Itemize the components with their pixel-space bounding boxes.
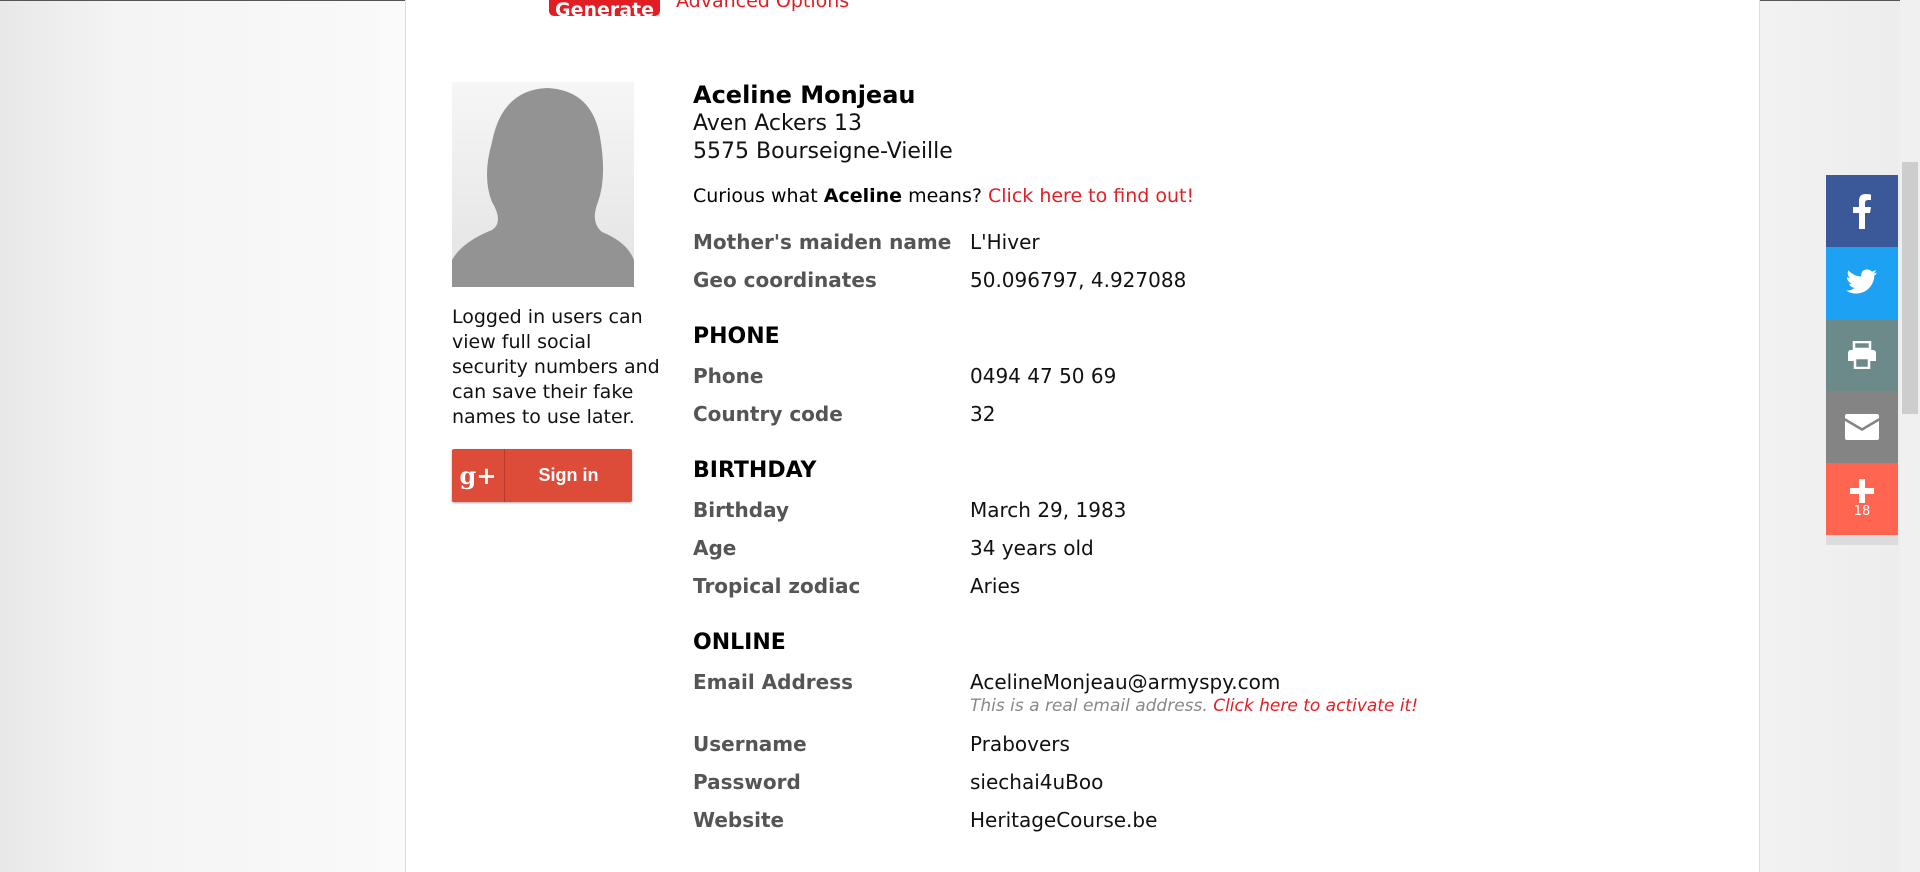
silhouette-icon xyxy=(452,88,634,287)
password-row: Password siechai4uBoo xyxy=(693,769,1693,807)
username-row: Username Prabovers xyxy=(693,731,1693,769)
maiden-name-row: Mother's maiden name L'Hiver xyxy=(693,229,1693,267)
facebook-share-button[interactable] xyxy=(1826,175,1898,247)
country-code-label: Country code xyxy=(693,402,843,426)
maiden-name-label: Mother's maiden name xyxy=(693,230,952,254)
website-label: Website xyxy=(693,808,785,832)
activate-email-link[interactable]: Click here to activate it! xyxy=(1213,696,1418,716)
country-code-value: 32 xyxy=(970,402,996,426)
twitter-share-button[interactable] xyxy=(1826,247,1898,319)
geo-label: Geo coordinates xyxy=(693,268,877,292)
phone-heading: PHONE xyxy=(693,324,780,349)
printer-icon xyxy=(1848,341,1876,369)
age-value: 34 years old xyxy=(970,536,1094,560)
online-heading: ONLINE xyxy=(693,630,786,655)
generate-button[interactable]: Generate xyxy=(549,0,660,21)
country-code-row: Country code 32 xyxy=(693,401,1693,439)
share-bar: 18 xyxy=(1826,175,1898,535)
age-row: Age 34 years old xyxy=(693,535,1693,573)
email-label: Email Address xyxy=(693,670,854,694)
email-share-button[interactable] xyxy=(1826,391,1898,463)
address-line-1: Aven Ackers 13 xyxy=(693,111,862,136)
zodiac-value: Aries xyxy=(970,574,1021,598)
share-bar-shadow xyxy=(1826,535,1898,545)
phone-value: 0494 47 50 69 xyxy=(970,364,1117,388)
phone-row: Phone 0494 47 50 69 xyxy=(693,363,1693,401)
maiden-name-value: L'Hiver xyxy=(970,230,1040,254)
scrollbar-track[interactable] xyxy=(1900,0,1920,872)
birthday-heading: BIRTHDAY xyxy=(693,458,817,483)
password-value: siechai4uBoo xyxy=(970,770,1104,794)
username-value: Prabovers xyxy=(970,732,1070,756)
google-signin-label: Sign in xyxy=(538,465,599,485)
website-row: Website HeritageCourse.be xyxy=(693,807,1693,845)
person-name: Aceline Monjeau xyxy=(693,81,916,109)
zodiac-label: Tropical zodiac xyxy=(693,574,861,598)
advanced-options-link[interactable]: Advanced Options xyxy=(676,0,849,12)
login-info-text: Logged in users can view full social sec… xyxy=(452,306,660,428)
curious-name: Aceline xyxy=(823,185,903,207)
name-meaning-link[interactable]: Click here to find out! xyxy=(988,185,1194,207)
plus-icon xyxy=(1850,479,1874,503)
email-value: AcelineMonjeau@armyspy.com xyxy=(970,670,1281,694)
address-line-2: 5575 Bourseigne-Vieille xyxy=(693,139,953,164)
phone-label: Phone xyxy=(693,364,764,388)
curious-prefix: Curious what xyxy=(693,185,818,207)
scrollbar-thumb[interactable] xyxy=(1902,162,1918,414)
email-note-text: This is a real email address. xyxy=(970,696,1208,716)
more-share-button[interactable]: 18 xyxy=(1826,463,1898,535)
avatar-placeholder xyxy=(452,82,634,287)
birthday-row: Birthday March 29, 1983 xyxy=(693,497,1693,535)
share-count: 18 xyxy=(1853,504,1871,519)
geo-row: Geo coordinates 50.096797, 4.927088 xyxy=(693,267,1693,305)
age-label: Age xyxy=(693,536,737,560)
google-signin-button[interactable]: g+ Sign in xyxy=(452,449,632,502)
curious-suffix: means? xyxy=(908,185,982,207)
zodiac-row: Tropical zodiac Aries xyxy=(693,573,1693,611)
website-value: HeritageCourse.be xyxy=(970,808,1158,832)
username-label: Username xyxy=(693,732,807,756)
email-note: This is a real email address. Click here… xyxy=(970,696,1418,716)
twitter-icon xyxy=(1846,269,1877,294)
email-row: Email Address AcelineMonjeau@armyspy.com… xyxy=(693,669,1693,731)
birthday-label: Birthday xyxy=(693,498,789,522)
name-meaning-line: Curious what Aceline means? Click here t… xyxy=(693,183,1693,209)
identity-info: Aceline Monjeau Aven Ackers 13 5575 Bour… xyxy=(693,80,1693,845)
print-button[interactable] xyxy=(1826,319,1898,391)
envelope-icon xyxy=(1845,414,1879,440)
birthday-value: March 29, 1983 xyxy=(970,498,1127,522)
google-plus-icon: g+ xyxy=(452,449,505,502)
password-label: Password xyxy=(693,770,801,794)
main-panel: Generate Advanced Options Logged in user… xyxy=(405,0,1760,872)
geo-link[interactable]: 50.096797, 4.927088 xyxy=(970,267,1186,293)
facebook-icon xyxy=(1853,194,1871,229)
